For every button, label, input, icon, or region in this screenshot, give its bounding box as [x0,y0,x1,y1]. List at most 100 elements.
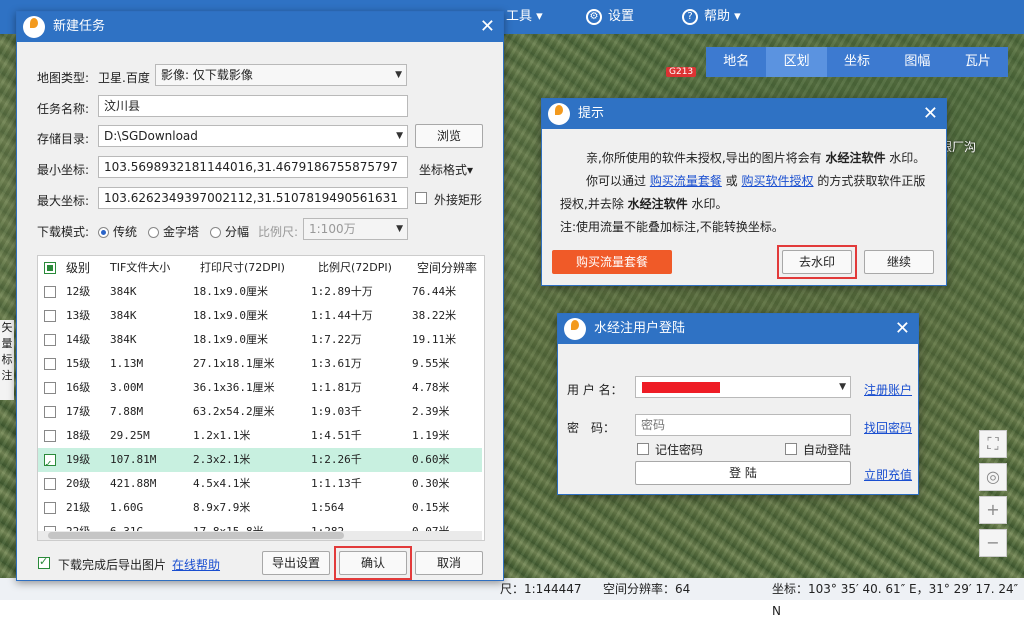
buy-license-link[interactable]: 购买软件授权 [741,174,813,188]
cell-scale: 1:3.61万 [311,357,362,370]
cell-res: 38.22米 [412,309,457,322]
outer-rect-checkbox[interactable] [415,192,427,204]
cell-print: 2.3x2.1米 [193,453,251,466]
export-after-label: 下载完成后导出图片 [58,558,167,572]
coord-format-button[interactable]: 坐标格式▾ [419,161,473,178]
cell-res: 9.55米 [412,357,450,370]
cell-print: 8.9x7.9米 [193,501,251,514]
app-logo-icon [564,318,586,340]
cell-level: 13级 [66,309,91,322]
status-scale: 尺：1:144447 [500,582,582,596]
save-dir-select[interactable]: D:\SGDownload [98,125,408,147]
table-row[interactable]: 16级 3.00M 36.1x36.1厘米 1:1.81万 4.78米 [38,376,482,400]
continue-button[interactable]: 继续 [864,250,934,274]
cell-scale: 1:1.13千 [311,477,362,490]
row-checkbox[interactable] [44,334,56,346]
table-row[interactable]: 17级 7.88M 63.2x54.2厘米 1:9.03千 2.39米 [38,400,482,424]
notice-line-1: 亲,你所使用的软件未授权,导出的图片将会有 水经注软件 水印。 [586,149,925,166]
help-menu[interactable]: ? 帮助 ▾ [682,0,741,34]
password-input[interactable] [635,414,851,436]
min-coord-input[interactable]: 103.5698932181144016,31.4679186755875797 [98,156,408,178]
cell-size: 384K [110,333,137,346]
status-coordinate: 坐标：103° 35′ 40. 61″ E，31° 29′ 17. 24″ N [772,582,1019,618]
tab-place-name[interactable]: 地名 [706,47,766,77]
table-row[interactable]: 12级 384K 18.1x9.0厘米 1:2.89十万 76.44米 [38,280,482,304]
select-all-checkbox[interactable] [44,262,56,274]
row-checkbox[interactable] [44,452,56,476]
close-icon[interactable]: ✕ [480,12,495,42]
remember-password-checkbox[interactable] [637,443,649,455]
col-print: 打印尺寸(72DPI) [200,261,285,274]
scrollbar-thumb[interactable] [48,532,344,539]
cell-level: 18级 [66,429,91,442]
tab-division[interactable]: 区划 [766,47,827,77]
mode-tile-radio[interactable]: 分幅 [210,223,249,240]
buy-traffic-link[interactable]: 购买流量套餐 [650,174,722,188]
notice-title: 提示 [578,106,605,121]
map-type-select[interactable]: 影像: 仅下载影像 [155,64,407,86]
cell-res: 0.15米 [412,501,450,514]
cell-scale: 1:1.81万 [311,381,362,394]
register-link[interactable]: 注册账户 [864,381,912,398]
text: 你可以通过 [586,174,650,188]
row-checkbox[interactable] [44,430,56,442]
max-coord-input[interactable]: 103.6262349397002112,31.5107819490561631 [98,187,408,209]
username-select[interactable] [635,376,851,398]
table-row[interactable]: 21级 1.60G 8.9x7.9米 1:564 0.15米 [38,496,482,520]
locate-icon[interactable]: ◎ [979,463,1007,491]
cell-size: 3.00M [110,381,144,394]
row-checkbox[interactable] [44,310,56,322]
row-checkbox[interactable] [44,502,56,514]
min-coord-label: 最小坐标: [37,163,90,177]
tools-menu[interactable]: 工具 ▾ [506,0,543,34]
table-row[interactable]: 19级 107.81M 2.3x2.1米 1:2.26千 0.60米 [38,448,482,476]
table-row[interactable]: 18级 29.25M 1.2x1.1米 1:4.51千 1.19米 [38,424,482,448]
table-row[interactable]: 20级 421.88M 4.5x4.1米 1:1.13千 0.30米 [38,472,482,496]
mode-pyramid-radio[interactable]: 金字塔 [148,223,199,240]
row-checkbox[interactable] [44,406,56,418]
left-panel-strip[interactable]: 矢 量 标 注 [0,320,14,400]
online-help-link[interactable]: 在线帮助 [172,556,220,573]
table-row[interactable]: 14级 384K 18.1x9.0厘米 1:7.22万 19.11米 [38,328,482,352]
table-row[interactable]: 13级 384K 18.1x9.0厘米 1:1.44十万 38.22米 [38,304,482,328]
export-settings-button[interactable]: 导出设置 [262,551,330,575]
notice-note: 注:使用流量不能叠加标注,不能转换坐标。 [560,220,784,234]
mode-pyramid-label: 金字塔 [163,225,200,239]
tab-coordinate[interactable]: 坐标 [827,47,887,77]
password-label: 密 码： [567,421,616,435]
scale-select[interactable]: 1:100万 [303,218,408,240]
row-checkbox[interactable] [44,358,56,370]
tab-tile[interactable]: 瓦片 [948,47,1008,77]
zoom-in-icon[interactable]: + [979,496,1007,524]
cell-level: 14级 [66,333,91,346]
export-after-checkbox[interactable] [38,555,50,569]
mode-traditional-radio[interactable]: 传统 [98,223,137,240]
browse-button[interactable]: 浏览 [415,124,483,148]
close-icon[interactable]: ✕ [895,314,910,344]
auto-login-checkbox[interactable] [785,443,797,455]
save-dir-value: D:\SGDownload [104,129,198,143]
tools-label: 工具 [506,9,533,24]
username-label: 用 户 名： [567,383,623,397]
find-password-link[interactable]: 找回密码 [864,419,912,436]
settings-menu[interactable]: ⚙ 设置 [586,0,634,34]
zoom-out-icon[interactable]: − [979,529,1007,557]
table-row[interactable]: 15级 1.13M 27.1x18.1厘米 1:3.61万 9.55米 [38,352,482,376]
map-type-value: 影像: 仅下载影像 [161,68,253,82]
row-checkbox[interactable] [44,382,56,394]
chevron-down-icon: ▾ [734,9,741,24]
recharge-link[interactable]: 立即充值 [864,466,912,483]
row-checkbox[interactable] [44,286,56,298]
app-logo-icon [23,16,45,38]
task-name-input[interactable]: 汶川县 [98,95,408,117]
fullscreen-icon[interactable]: ⛶ [979,430,1007,458]
buy-traffic-button[interactable]: 购买流量套餐 [552,250,672,274]
map-type-label: 地图类型: [37,71,90,85]
tab-sheet[interactable]: 图幅 [887,47,947,77]
cancel-button[interactable]: 取消 [415,551,483,575]
max-coord-value: 103.6262349397002112,31.5107819490561631 [104,191,398,205]
horizontal-scrollbar[interactable] [38,531,482,540]
close-icon[interactable]: ✕ [923,99,938,129]
row-checkbox[interactable] [44,478,56,490]
login-button[interactable]: 登 陆 [635,461,851,485]
